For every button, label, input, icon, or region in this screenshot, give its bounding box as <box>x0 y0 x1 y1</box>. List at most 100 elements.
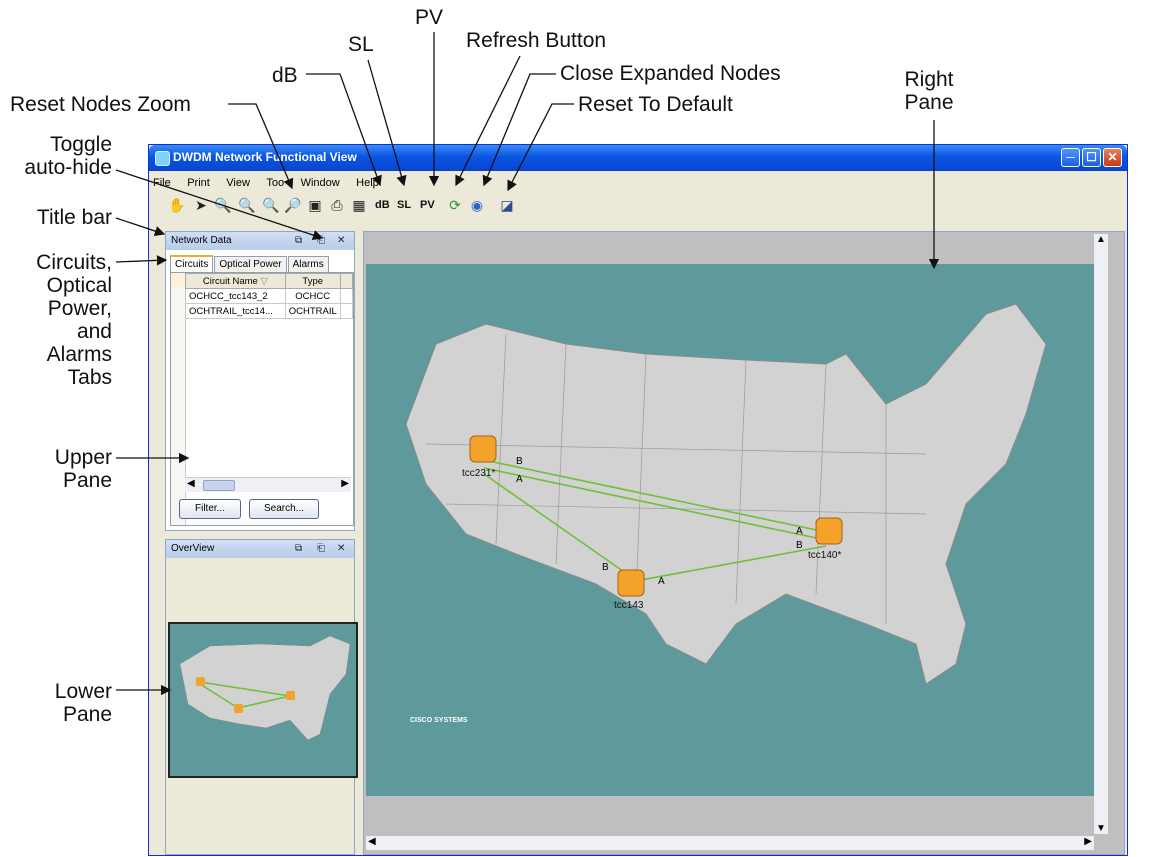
pointer-icon[interactable]: ➤ <box>191 195 211 215</box>
port-label: A <box>658 576 665 587</box>
callout-tabs-line6: Tabs <box>67 366 112 389</box>
column-header-type[interactable]: Type <box>284 273 341 289</box>
app-icon <box>155 151 170 166</box>
table-header-row: Circuit Name ▽ Type <box>185 273 354 289</box>
table-row[interactable]: OCHCC_tcc143_2 OCHCC <box>185 288 354 304</box>
node-label-tcc231: tcc231* <box>462 468 495 479</box>
horizontal-scrollbar[interactable]: ◀ ▶ <box>185 477 351 492</box>
callout-tabs-line4: and <box>76 320 112 343</box>
callout-tabs-line3: Power, <box>47 297 112 320</box>
us-map: tcc231* tcc140* tcc143 B A A B B A CISCO… <box>405 303 1047 724</box>
map-canvas[interactable]: tcc231* tcc140* tcc143 B A A B B A CISCO… <box>366 264 1094 796</box>
cell-type: OCHTRAIL <box>284 303 341 319</box>
callout-refresh-button: Refresh Button <box>466 29 607 52</box>
refresh-icon[interactable]: ⟳ <box>445 195 465 215</box>
tab-optical-power[interactable]: Optical Power <box>214 256 287 273</box>
port-label: B <box>516 456 523 467</box>
tab-alarms[interactable]: Alarms <box>287 256 329 273</box>
network-data-tabs: Circuits Optical Power Alarms <box>170 254 330 274</box>
maximize-button[interactable]: ☐ <box>1082 148 1101 167</box>
callout-toggle-line1: Toggle <box>50 133 112 156</box>
hand-pan-icon[interactable]: ✋ <box>167 195 187 215</box>
scroll-thumb[interactable] <box>203 480 235 491</box>
cell-circuit-name: OCHTRAIL_tcc14... <box>185 303 286 319</box>
callout-lower-line1: Lower <box>54 680 112 703</box>
node-tcc143[interactable]: tcc143 <box>614 569 645 611</box>
zoom-out-icon[interactable]: 🔍 <box>261 195 281 215</box>
vertical-scrollbar[interactable]: ▲ ▼ <box>1094 234 1108 834</box>
print-icon[interactable]: ⎙ <box>327 195 347 215</box>
scroll-left-icon[interactable]: ◀ <box>187 478 195 489</box>
overview-viewport[interactable] <box>168 622 358 778</box>
callout-close-expanded-nodes: Close Expanded Nodes <box>560 62 781 85</box>
menu-tools[interactable]: Too <box>266 177 284 189</box>
window-title-bar[interactable]: DWDM Network Functional View ─ ☐ ✕ <box>149 145 1127 171</box>
float-icon[interactable]: ⧉ <box>295 232 302 250</box>
float-icon[interactable]: ⧉ <box>295 540 302 558</box>
panel-close-icon[interactable]: ✕ <box>337 232 345 250</box>
scroll-right-icon[interactable]: ▶ <box>341 478 349 489</box>
callout-tabs-line2: Optical <box>46 274 112 297</box>
scroll-left-icon[interactable]: ◀ <box>368 836 376 847</box>
close-expanded-nodes-icon[interactable]: ◉ <box>467 195 487 215</box>
column-circuit-name-label: Circuit Name <box>202 275 258 287</box>
panel-close-icon[interactable]: ✕ <box>337 540 345 558</box>
callout-lower-pane: Lower Pane <box>8 680 112 726</box>
menu-print[interactable]: Print <box>187 177 210 189</box>
sl-button[interactable]: SL <box>395 195 413 215</box>
scroll-up-icon[interactable]: ▲ <box>1096 234 1106 245</box>
callout-upper-line2: Pane <box>62 469 112 492</box>
callout-toggle-auto-hide: Toggle auto-hide <box>8 133 112 179</box>
callout-right-pane: Right Pane <box>898 68 960 114</box>
overview-title-bar[interactable]: OverView ⧉ ⎗ ✕ <box>166 540 354 558</box>
callout-upper-line1: Upper <box>54 446 112 469</box>
callout-toggle-line2: auto-hide <box>24 156 112 179</box>
circuits-table: Circuit Name ▽ Type OCHCC_tcc143_2 OCHCC… <box>185 273 354 319</box>
pv-button[interactable]: PV <box>418 195 437 215</box>
node-label-tcc143: tcc143 <box>614 600 644 611</box>
sort-triangle-icon: ▽ <box>260 275 268 287</box>
cell-spacer <box>339 288 354 304</box>
callout-db: dB <box>272 64 298 87</box>
cell-circuit-name: OCHCC_tcc143_2 <box>185 288 286 304</box>
row-header-column <box>171 273 186 525</box>
scroll-down-icon[interactable]: ▼ <box>1096 823 1106 834</box>
menu-help[interactable]: Help <box>356 177 379 189</box>
callout-right-pane-line1: Right <box>904 68 954 91</box>
menu-bar: File Print View Too Window Help <box>153 173 391 191</box>
network-data-title-bar[interactable]: Network Data ⧉ ⎗ ✕ <box>166 232 354 250</box>
cisco-logo-text: CISCO SYSTEMS <box>410 717 468 724</box>
port-label: A <box>796 526 803 537</box>
toggle-auto-hide-icon[interactable]: ⎗ <box>317 540 325 558</box>
port-label: B <box>796 540 803 551</box>
upper-pane: Network Data ⧉ ⎗ ✕ Circuits Optical Power… <box>165 231 355 531</box>
callout-sl: SL <box>348 33 374 56</box>
maximize-icon: ☐ <box>1086 150 1097 164</box>
menu-window[interactable]: Window <box>301 177 340 189</box>
horizontal-scrollbar-map[interactable]: ◀ ▶ <box>366 836 1094 850</box>
zoom-in-icon[interactable]: 🔍 <box>237 195 257 215</box>
fit-to-window-icon[interactable]: ▣ <box>305 195 325 215</box>
callout-reset-nodes-zoom: Reset Nodes Zoom <box>10 93 191 116</box>
close-button[interactable]: ✕ <box>1103 148 1122 167</box>
callout-lower-line2: Pane <box>62 703 112 726</box>
network-data-title: Network Data <box>171 235 232 246</box>
lower-pane: OverView ⧉ ⎗ ✕ <box>165 539 358 855</box>
zoom-area-icon[interactable]: 🔍 <box>213 195 233 215</box>
column-header-spacer <box>339 273 354 289</box>
toggle-auto-hide-icon[interactable]: ⎗ <box>317 232 325 250</box>
scroll-right-icon[interactable]: ▶ <box>1084 836 1092 847</box>
filter-button[interactable]: Filter... <box>179 499 241 519</box>
export-icon[interactable]: ▦ <box>349 195 369 215</box>
callout-tabs: Circuits, Optical Power, and Alarms Tabs <box>8 251 112 389</box>
reset-nodes-zoom-icon[interactable]: 🔎 <box>283 195 303 215</box>
db-button[interactable]: dB <box>373 195 392 215</box>
callout-right-pane-line2: Pane <box>904 91 954 114</box>
column-header-circuit-name[interactable]: Circuit Name ▽ <box>185 273 286 289</box>
search-button[interactable]: Search... <box>249 499 319 519</box>
reset-to-default-icon[interactable]: ◪ <box>497 195 517 215</box>
table-row[interactable]: OCHTRAIL_tcc14... OCHTRAIL <box>185 303 354 319</box>
minimize-button[interactable]: ─ <box>1061 148 1080 167</box>
menu-file[interactable]: File <box>153 177 171 189</box>
menu-view[interactable]: View <box>226 177 250 189</box>
